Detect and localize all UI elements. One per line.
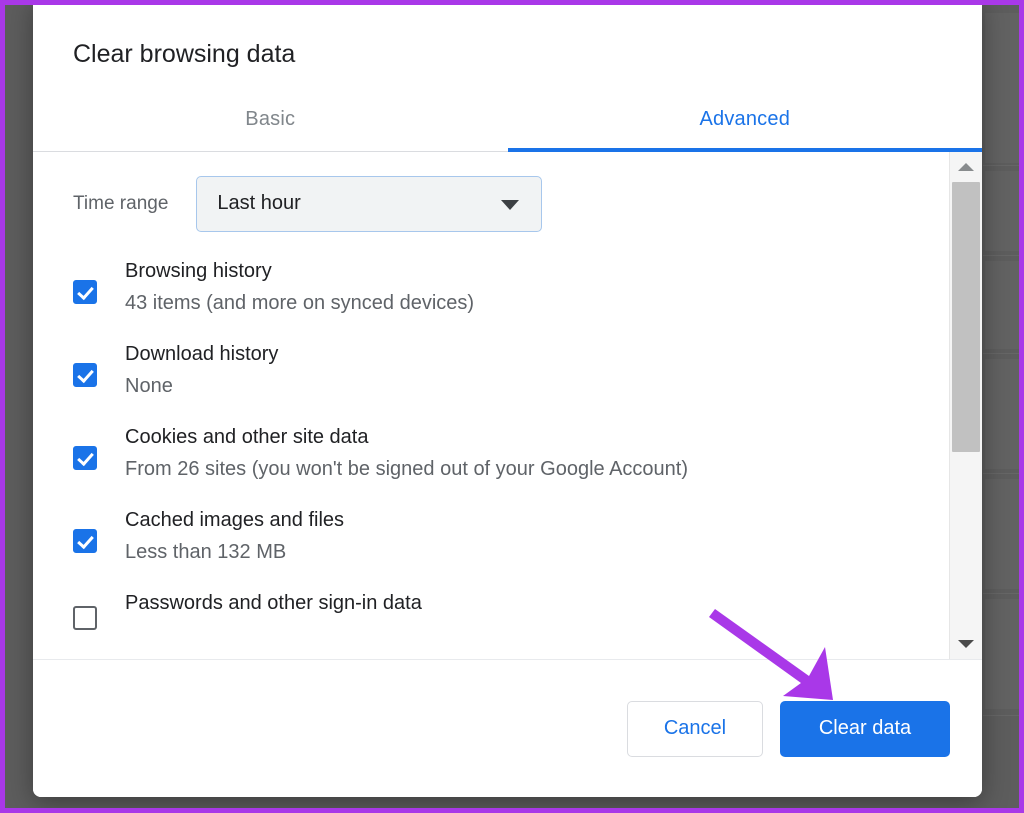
dialog-header: Clear browsing data xyxy=(33,5,982,69)
screenshot-frame: e Clear browsing data Basic Advanced Tim… xyxy=(0,0,1024,813)
background-page-divider xyxy=(983,353,1019,354)
list-item-subtitle: 43 items (and more on synced devices) xyxy=(125,291,475,314)
list-item-subtitle: From 26 sites (you won't be signed out o… xyxy=(125,457,689,480)
time-range-dropdown[interactable]: Last hour xyxy=(196,175,543,232)
list-item-title: Cookies and other site data xyxy=(125,425,369,448)
list-item[interactable]: Download history None xyxy=(33,341,950,401)
list-item-texts: Cached images and files Less than 132 MB xyxy=(125,507,344,567)
page-title: Clear browsing data xyxy=(73,40,296,68)
list-item-title: Passwords and other sign-in data xyxy=(125,591,422,614)
background-page-divider xyxy=(983,255,1019,256)
dialog-footer: Cancel Clear data xyxy=(33,659,982,797)
background-page-block xyxy=(985,599,1019,709)
background-page-block xyxy=(985,261,1019,349)
list-item-texts: Browsing history 43 items (and more on s… xyxy=(125,258,474,318)
list-item[interactable]: Browsing history 43 items (and more on s… xyxy=(33,258,950,318)
list-item-title: Cached images and files xyxy=(125,508,345,531)
list-item-subtitle: Less than 132 MB xyxy=(125,540,287,563)
time-range-row: Time range Last hour xyxy=(33,152,950,232)
list-item-texts: Download history None xyxy=(125,341,278,401)
list-item-subtitle: None xyxy=(125,374,173,397)
scroll-up-arrow-icon[interactable] xyxy=(950,152,982,182)
background-page-block xyxy=(985,171,1019,251)
background-page-block xyxy=(985,13,1019,163)
scrollbar-thumb[interactable] xyxy=(952,181,980,452)
clear-browsing-data-dialog: Clear browsing data Basic Advanced Time … xyxy=(33,5,982,797)
checkbox-passwords-and-signin-data[interactable] xyxy=(73,605,97,630)
checkbox-cached-images-and-files[interactable] xyxy=(73,528,97,553)
dialog-scroll-content: Time range Last hour Browsing history 43… xyxy=(33,152,950,660)
background-page-divider xyxy=(983,473,1019,474)
cancel-button[interactable]: Cancel xyxy=(627,700,763,757)
background-page-divider xyxy=(983,165,1019,166)
list-item[interactable]: Cookies and other site data From 26 site… xyxy=(33,424,950,484)
time-range-selected-value: Last hour xyxy=(217,192,301,214)
time-range-label: Time range xyxy=(73,192,169,214)
chevron-down-icon xyxy=(501,199,520,210)
tab-advanced[interactable]: Advanced xyxy=(508,89,983,151)
list-item-texts: Passwords and other sign-in data xyxy=(125,590,422,617)
clear-data-button[interactable]: Clear data xyxy=(780,700,950,757)
list-item-texts: Cookies and other site data From 26 site… xyxy=(125,424,688,484)
list-item-title: Download history xyxy=(125,342,279,365)
background-page-divider xyxy=(983,593,1019,594)
scroll-down-arrow-icon[interactable] xyxy=(950,629,982,659)
tab-basic[interactable]: Basic xyxy=(33,89,508,151)
checkbox-browsing-history[interactable] xyxy=(73,279,97,304)
triangle-up-glyph xyxy=(958,162,974,171)
list-item[interactable]: Passwords and other sign-in data xyxy=(33,590,950,630)
data-type-checkbox-list: Browsing history 43 items (and more on s… xyxy=(33,232,950,630)
background-page-block xyxy=(985,479,1019,589)
background-page-divider xyxy=(983,715,1019,716)
list-item[interactable]: Cached images and files Less than 132 MB xyxy=(33,507,950,567)
list-item-title: Browsing history xyxy=(125,259,272,282)
checkbox-cookies-and-site-data[interactable] xyxy=(73,445,97,470)
background-page-block xyxy=(985,359,1019,469)
vertical-scrollbar[interactable] xyxy=(949,151,982,659)
triangle-down-glyph xyxy=(958,640,974,648)
tab-strip: Basic Advanced xyxy=(33,89,982,152)
checkbox-download-history[interactable] xyxy=(73,362,97,387)
dialog-scroll-area: Time range Last hour Browsing history 43… xyxy=(33,151,982,660)
